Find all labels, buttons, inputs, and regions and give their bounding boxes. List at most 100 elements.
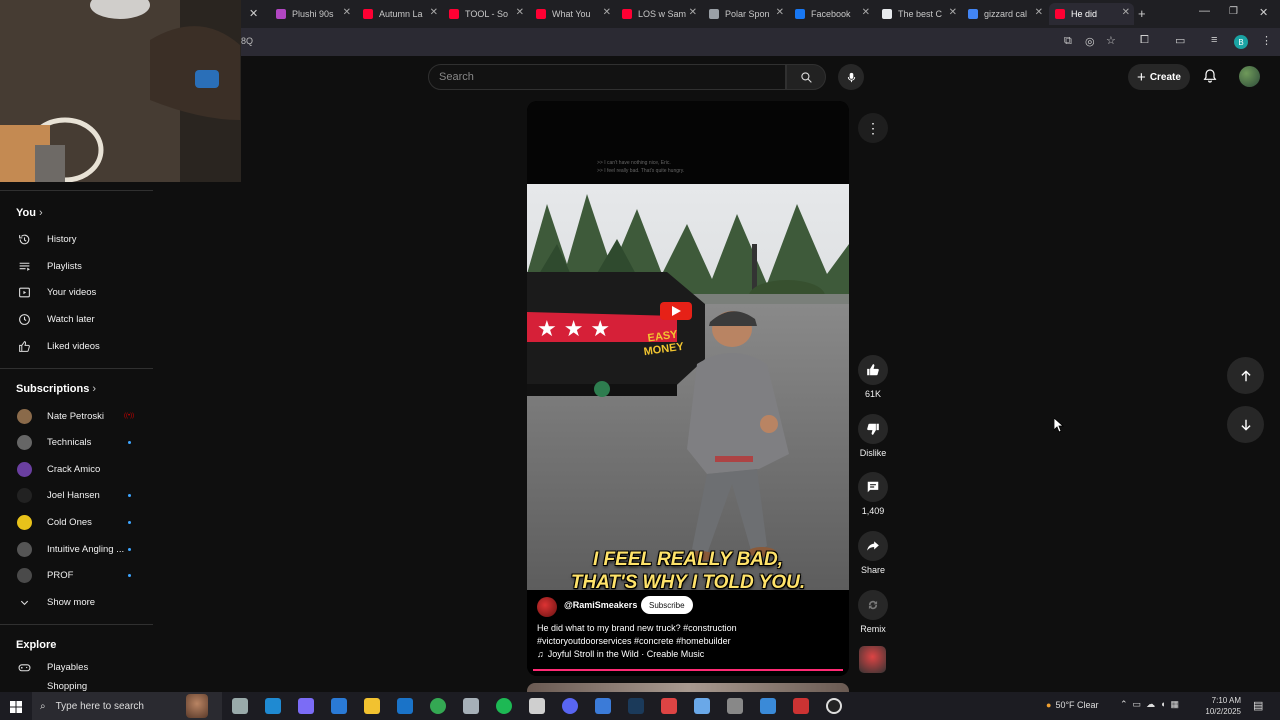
- like-button[interactable]: 61K: [852, 355, 894, 399]
- tab-close-icon[interactable]: ✕: [949, 7, 957, 18]
- notification-center-icon[interactable]: ▤: [1253, 699, 1263, 712]
- tab-close-icon[interactable]: ✕: [1122, 7, 1130, 18]
- you-section-title[interactable]: You ›: [16, 207, 43, 219]
- discord-icon[interactable]: [562, 698, 578, 714]
- shorts-video-player[interactable]: >> I can't have nothing nice, Eric. >> I…: [527, 101, 849, 676]
- search-button[interactable]: [786, 64, 826, 90]
- music-credit[interactable]: ♫ Joyful Stroll in the Wild · Creable Mu…: [537, 649, 704, 659]
- remix-source-thumbnail[interactable]: [859, 646, 886, 673]
- taskbar-search[interactable]: ⌕ Type here to search: [32, 692, 222, 720]
- bookmark-star-icon[interactable]: ☆: [1106, 34, 1116, 47]
- account-avatar[interactable]: [1239, 66, 1260, 87]
- copilot-icon[interactable]: [298, 698, 314, 714]
- app-icon[interactable]: [760, 698, 776, 714]
- browser-tab[interactable]: gizzard cal ✕: [962, 3, 1047, 25]
- browser-tab[interactable]: Autumn La ✕: [357, 3, 442, 25]
- app-icon[interactable]: [793, 698, 809, 714]
- tab-close-icon[interactable]: ✕: [1035, 7, 1043, 18]
- calculator-icon[interactable]: [727, 698, 743, 714]
- sidebar-item-playables[interactable]: Playables: [0, 654, 153, 680]
- show-more-button[interactable]: Show more: [0, 589, 153, 615]
- tab-close-icon[interactable]: ✕: [516, 7, 524, 18]
- subscription-channel[interactable]: Intuitive Angling ...: [0, 536, 153, 562]
- taskbar-clock[interactable]: 7:10 AM 10/2/2025: [1196, 695, 1241, 717]
- sidebar-item-watch-later[interactable]: Watch later: [0, 306, 153, 332]
- comments-button[interactable]: 1,409: [852, 472, 894, 516]
- browser-tab[interactable]: TOOL - So ✕: [443, 3, 528, 25]
- search-input[interactable]: [439, 70, 739, 84]
- app-icon[interactable]: [694, 698, 710, 714]
- new-tab-button[interactable]: +: [1138, 6, 1146, 21]
- tab-close-icon[interactable]: ✕: [862, 7, 870, 18]
- tab-close-icon[interactable]: ✕: [343, 7, 351, 18]
- sidebar-item-label: Playlists: [47, 260, 82, 272]
- steam-icon[interactable]: [628, 698, 644, 714]
- url-text[interactable]: 8Q: [241, 36, 253, 46]
- store-icon[interactable]: [331, 698, 347, 714]
- media-control-icon[interactable]: ≡: [1211, 34, 1217, 46]
- subscribe-button[interactable]: Subscribe: [641, 596, 693, 614]
- remix-button[interactable]: Remix: [852, 590, 894, 634]
- subscription-channel[interactable]: Nate Petroski ((•)): [0, 403, 153, 429]
- install-app-icon[interactable]: ⧉: [1064, 35, 1072, 48]
- channel-name[interactable]: @RamiSmeakers: [564, 600, 637, 610]
- chrome-icon[interactable]: [430, 698, 446, 714]
- edge-icon[interactable]: [265, 698, 281, 714]
- weather-widget[interactable]: ● 50°F Clear: [1046, 700, 1099, 710]
- tab-close-icon[interactable]: ✕: [430, 7, 438, 18]
- minimize-button[interactable]: —: [1199, 5, 1210, 17]
- sidebar-item-shopping[interactable]: Shopping: [0, 681, 153, 692]
- tab-close-icon[interactable]: ✕: [249, 7, 258, 20]
- notifications-button[interactable]: [1202, 68, 1218, 89]
- window-close-button[interactable]: ✕: [1259, 6, 1268, 19]
- tab-close-icon[interactable]: ✕: [603, 7, 611, 18]
- more-options-button[interactable]: ⋮: [858, 113, 888, 143]
- browser-tab[interactable]: He did ✕: [1049, 3, 1134, 25]
- sidebar-item-playlists[interactable]: Playlists: [0, 253, 153, 279]
- app-icon[interactable]: [595, 698, 611, 714]
- browser-tab[interactable]: The best C ✕: [876, 3, 961, 25]
- browser-tab[interactable]: Polar Spon ✕: [703, 3, 788, 25]
- game-icon[interactable]: [661, 698, 677, 714]
- video-progress-bar[interactable]: [533, 669, 843, 671]
- split-view-icon[interactable]: ▭: [1175, 34, 1185, 47]
- video-description[interactable]: He did what to my brand new truck? #cons…: [537, 622, 837, 648]
- system-tray[interactable]: ⌃▭☁◖▦: [1120, 699, 1184, 710]
- subscription-channel[interactable]: Joel Hansen: [0, 483, 153, 509]
- eye-off-icon[interactable]: ◎: [1085, 35, 1095, 48]
- browser-tab[interactable]: LOS w Sam ✕: [616, 3, 701, 25]
- browser-tab[interactable]: Facebook ✕: [789, 3, 874, 25]
- media-player-icon[interactable]: [826, 698, 842, 714]
- sidebar-item-liked-videos[interactable]: Liked videos: [0, 333, 153, 359]
- browser-tab[interactable]: Plushi 90s ✕: [270, 3, 355, 25]
- browser-tab[interactable]: What You ✕: [530, 3, 615, 25]
- subscription-channel[interactable]: Crack Amico: [0, 456, 153, 482]
- extensions-icon[interactable]: ⧠: [1140, 34, 1149, 47]
- file-explorer-icon[interactable]: [364, 698, 380, 714]
- subscriptions-section-title[interactable]: Subscriptions ›: [16, 383, 96, 395]
- outlook-icon[interactable]: [397, 698, 413, 714]
- browser-menu-icon[interactable]: ⋮: [1261, 34, 1272, 47]
- next-short-button[interactable]: [1227, 406, 1264, 443]
- channel-avatar[interactable]: [537, 597, 557, 617]
- profile-avatar[interactable]: B: [1234, 35, 1248, 49]
- subscription-channel[interactable]: Technicals: [0, 430, 153, 456]
- previous-short-button[interactable]: [1227, 357, 1264, 394]
- notepad-icon[interactable]: [463, 698, 479, 714]
- app-icon[interactable]: [529, 698, 545, 714]
- maximize-button[interactable]: ❐: [1229, 6, 1238, 17]
- subscription-channel[interactable]: PROF: [0, 563, 153, 589]
- create-button[interactable]: + Create: [1128, 64, 1190, 90]
- task-view-icon[interactable]: [232, 698, 248, 714]
- dislike-button[interactable]: Dislike: [852, 414, 894, 458]
- subscription-channel[interactable]: Cold Ones: [0, 509, 153, 535]
- share-button[interactable]: Share: [852, 531, 894, 575]
- search-box[interactable]: [428, 64, 786, 90]
- windows-start-button[interactable]: [10, 700, 22, 718]
- tab-close-icon[interactable]: ✕: [689, 7, 697, 18]
- sidebar-item-your-videos[interactable]: Your videos: [0, 279, 153, 305]
- sidebar-item-history[interactable]: History: [0, 226, 153, 252]
- spotify-icon[interactable]: [496, 698, 512, 714]
- voice-search-button[interactable]: [838, 64, 864, 90]
- tab-close-icon[interactable]: ✕: [776, 7, 784, 18]
